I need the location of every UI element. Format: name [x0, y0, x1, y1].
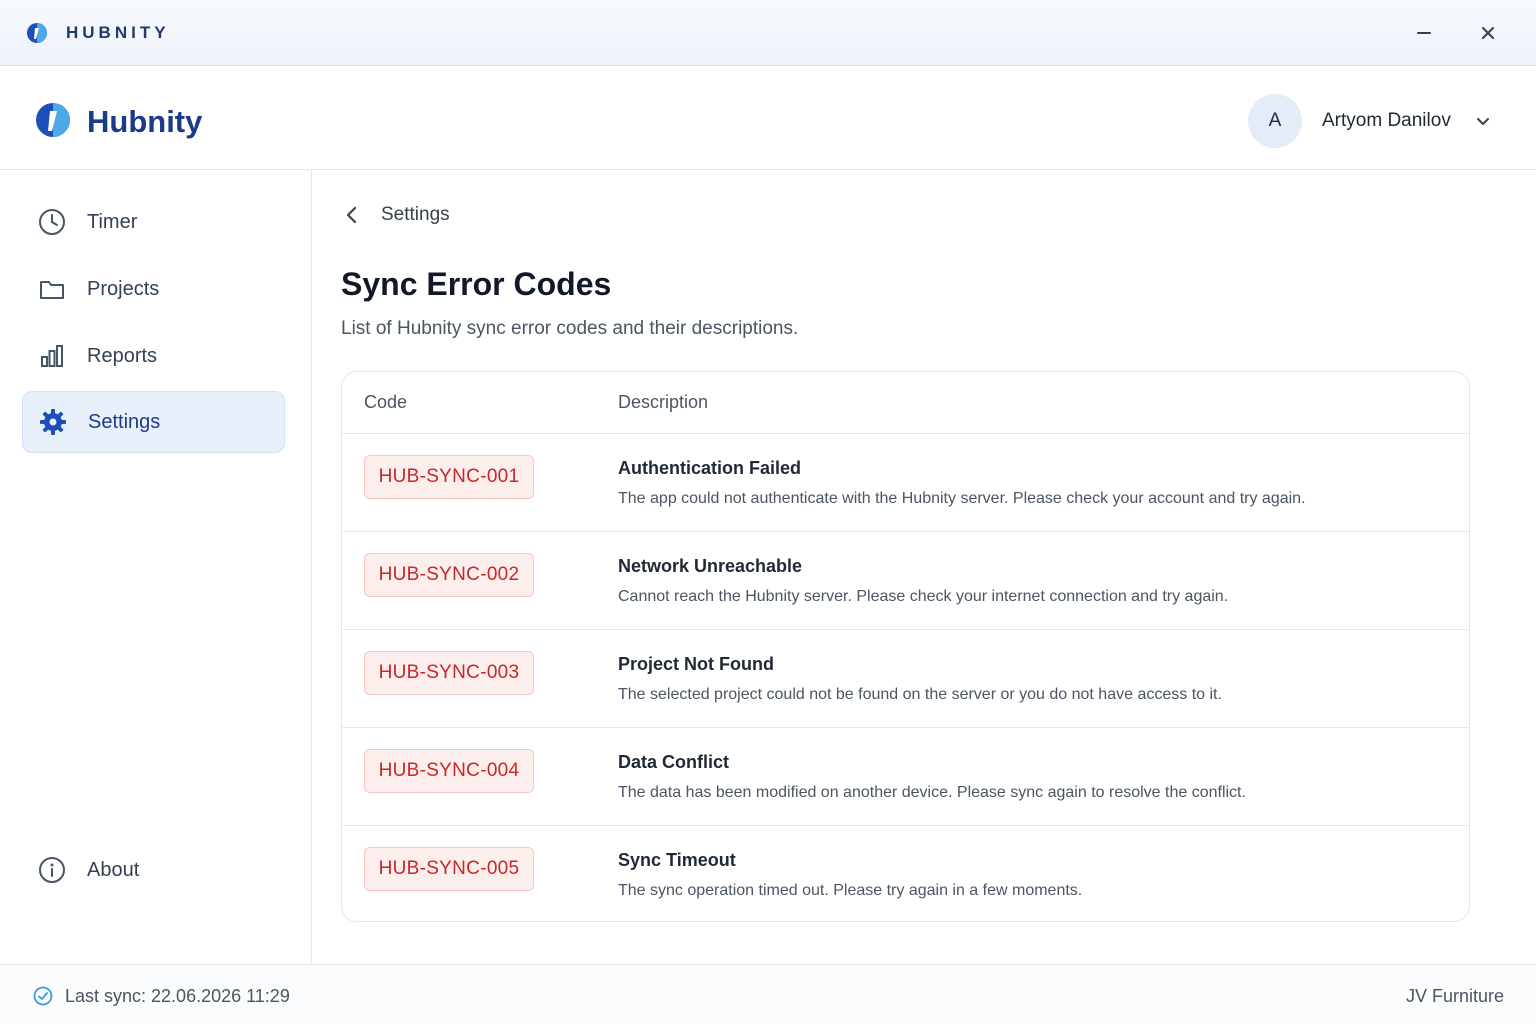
sidebar: Timer Projects Reports Settings About	[0, 170, 312, 964]
column-header-code: Code	[364, 392, 408, 412]
window-title: HUBNITY	[66, 23, 170, 42]
sidebar-item-about[interactable]: About	[22, 839, 285, 901]
avatar: A	[1248, 94, 1302, 148]
error-code-badge: HUB-SYNC-001	[364, 455, 534, 499]
breadcrumb[interactable]: Settings	[381, 204, 450, 226]
sidebar-item-label: About	[87, 858, 140, 881]
page-subtitle: List of Hubnity sync error codes and the…	[341, 318, 799, 339]
page-title: Sync Error Codes	[341, 266, 612, 302]
error-title: Network Unreachable	[618, 556, 803, 576]
status-bar: Last sync: 22.06.2026 11:29 JV Furniture	[0, 964, 1536, 1024]
error-description: The app could not authenticate with the …	[618, 490, 1306, 507]
error-codes-table: Code Description HUB-SYNC-001 Authentica…	[341, 371, 1470, 922]
sidebar-item-label: Projects	[87, 277, 160, 300]
back-button[interactable]	[342, 202, 362, 228]
error-code-badge: HUB-SYNC-004	[364, 749, 534, 793]
error-code-badge: HUB-SYNC-003	[364, 651, 534, 695]
user-menu[interactable]: A Artyom Danilov	[1248, 94, 1508, 148]
gear-icon	[38, 407, 68, 437]
sidebar-item-label: Timer	[87, 210, 138, 233]
main-content: Settings Sync Error Codes List of Hubnit…	[312, 170, 1536, 964]
clock-icon	[37, 207, 67, 237]
info-icon	[37, 855, 67, 885]
error-title: Authentication Failed	[618, 458, 802, 478]
error-description: The sync operation timed out. Please try…	[618, 882, 1083, 899]
user-name: Artyom Danilov	[1322, 110, 1451, 131]
bar-chart-icon	[37, 341, 67, 371]
error-code-badge: HUB-SYNC-002	[364, 553, 534, 597]
close-button[interactable]	[1472, 17, 1504, 49]
app-header: Hubnity A Artyom Danilov	[0, 66, 1536, 170]
table-row: HUB-SYNC-005 Sync Timeout The sync opera…	[342, 826, 1469, 921]
folder-icon	[37, 274, 67, 304]
error-title: Sync Timeout	[618, 850, 736, 870]
table-row: HUB-SYNC-001 Authentication Failed The a…	[342, 434, 1469, 532]
hubnity-logo-icon	[36, 103, 70, 137]
table-row: HUB-SYNC-004 Data Conflict The data has …	[342, 728, 1469, 826]
column-header-description: Description	[618, 392, 709, 412]
sidebar-item-label: Reports	[87, 344, 158, 367]
sidebar-item-projects[interactable]: Projects	[22, 258, 285, 320]
chevron-down-icon	[1476, 118, 1489, 125]
brand-name: Hubnity	[87, 104, 203, 139]
hubnity-logo-icon	[27, 23, 47, 43]
table-row: HUB-SYNC-003 Project Not Found The selec…	[342, 630, 1469, 728]
sidebar-item-reports[interactable]: Reports	[22, 325, 285, 387]
window-titlebar: HUBNITY	[0, 0, 1536, 66]
sidebar-item-settings[interactable]: Settings	[22, 391, 285, 453]
company-name: JV Furniture	[1405, 986, 1504, 1006]
chevron-left-icon	[346, 206, 357, 224]
error-description: The selected project could not be found …	[618, 686, 1222, 703]
error-title: Data Conflict	[618, 752, 730, 772]
last-sync-status: Last sync: 22.06.2026 11:29	[65, 986, 290, 1006]
error-description: Cannot reach the Hubnity server. Please …	[618, 588, 1229, 605]
error-description: The data has been modified on another de…	[618, 784, 1246, 801]
check-circle-icon	[33, 986, 53, 1006]
minimize-button[interactable]	[1408, 17, 1440, 49]
minimize-icon	[1417, 32, 1431, 34]
sidebar-item-timer[interactable]: Timer	[22, 191, 285, 253]
sidebar-item-label: Settings	[88, 410, 161, 433]
table-header: Code Description	[342, 372, 1469, 434]
table-row: HUB-SYNC-002 Network Unreachable Cannot …	[342, 532, 1469, 630]
error-title: Project Not Found	[618, 654, 774, 674]
close-icon	[1482, 27, 1494, 39]
error-code-badge: HUB-SYNC-005	[364, 847, 534, 891]
